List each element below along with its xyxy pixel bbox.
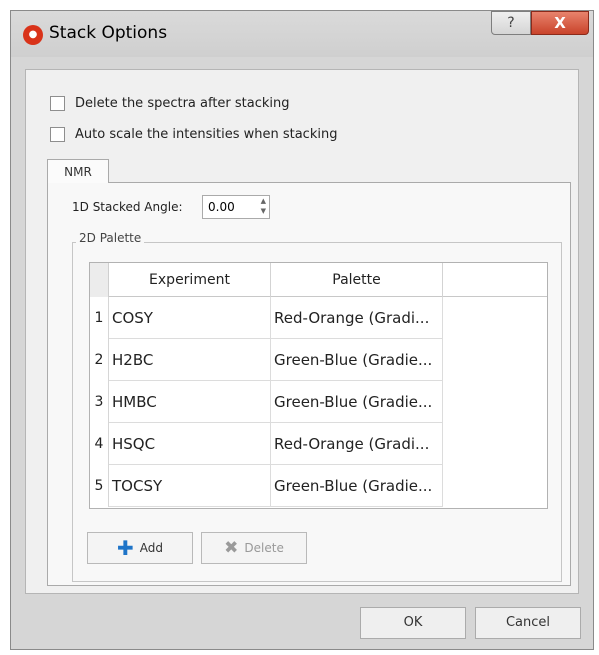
- delete-spectra-label: Delete the spectra after stacking: [75, 96, 290, 111]
- palette-cell[interactable]: Red-Orange (Gradi...: [271, 297, 443, 339]
- palette-table: Experiment Palette 1 COSY Red-Orange (Gr…: [89, 262, 548, 509]
- experiment-cell[interactable]: COSY: [109, 297, 271, 339]
- table-corner[interactable]: [90, 263, 109, 297]
- window-title: Stack Options: [49, 23, 168, 43]
- spin-down-icon[interactable]: ▼: [261, 207, 266, 215]
- delete-x-icon: ✖: [224, 537, 239, 558]
- add-button-label: Add: [139, 541, 163, 555]
- table-row[interactable]: 2 H2BC Green-Blue (Gradie...: [90, 339, 547, 381]
- row-number[interactable]: 3: [90, 381, 109, 423]
- auto-scale-option[interactable]: Auto scale the intensities when stacking: [50, 127, 337, 142]
- palette-group-title: 2D Palette: [76, 231, 145, 245]
- row-number[interactable]: 2: [90, 339, 109, 381]
- row-number[interactable]: 1: [90, 297, 109, 339]
- experiment-cell[interactable]: H2BC: [109, 339, 271, 381]
- auto-scale-label: Auto scale the intensities when stacking: [75, 127, 338, 142]
- close-button[interactable]: X: [531, 11, 589, 35]
- auto-scale-checkbox[interactable]: [50, 127, 65, 142]
- palette-cell[interactable]: Green-Blue (Gradie...: [271, 465, 443, 507]
- palette-cell[interactable]: Green-Blue (Gradie...: [271, 339, 443, 381]
- stacked-angle-value[interactable]: 0.00: [208, 200, 235, 214]
- palette-cell[interactable]: Green-Blue (Gradie...: [271, 381, 443, 423]
- stack-options-dialog: ● Stack Options ? X Delete the spectra a…: [10, 10, 594, 650]
- ok-button[interactable]: OK: [360, 607, 466, 639]
- stacked-angle-label: 1D Stacked Angle:: [72, 200, 183, 214]
- palette-cell[interactable]: Red-Orange (Gradi...: [271, 423, 443, 465]
- title-bar: ● Stack Options ? X: [11, 11, 593, 57]
- help-button[interactable]: ?: [491, 11, 531, 35]
- column-header-experiment[interactable]: Experiment: [109, 263, 271, 297]
- tab-nmr[interactable]: NMR: [47, 159, 109, 183]
- cancel-button[interactable]: Cancel: [475, 607, 581, 639]
- delete-spectra-checkbox[interactable]: [50, 96, 65, 111]
- table-header: Experiment Palette: [90, 263, 547, 297]
- experiment-cell[interactable]: HMBC: [109, 381, 271, 423]
- experiment-cell[interactable]: TOCSY: [109, 465, 271, 507]
- stacked-angle-spinbox[interactable]: 0.00 ▲ ▼: [202, 195, 270, 219]
- table-row[interactable]: 3 HMBC Green-Blue (Gradie...: [90, 381, 547, 423]
- table-row[interactable]: 5 TOCSY Green-Blue (Gradie...: [90, 465, 547, 507]
- delete-button[interactable]: ✖ Delete: [201, 532, 307, 564]
- table-row[interactable]: 4 HSQC Red-Orange (Gradi...: [90, 423, 547, 465]
- delete-button-label: Delete: [244, 541, 284, 555]
- plus-icon: ✚: [117, 536, 134, 560]
- row-number[interactable]: 5: [90, 465, 109, 507]
- spin-up-icon[interactable]: ▲: [261, 197, 266, 205]
- app-logo-icon: ●: [23, 25, 43, 45]
- row-number[interactable]: 4: [90, 423, 109, 465]
- add-button[interactable]: ✚ Add: [87, 532, 193, 564]
- table-row[interactable]: 1 COSY Red-Orange (Gradi...: [90, 297, 547, 339]
- column-header-palette[interactable]: Palette: [271, 263, 443, 297]
- nmr-tab-panel: 1D Stacked Angle: 0.00 ▲ ▼ 2D Palette Ex…: [47, 182, 571, 586]
- delete-spectra-option[interactable]: Delete the spectra after stacking: [50, 96, 290, 111]
- experiment-cell[interactable]: HSQC: [109, 423, 271, 465]
